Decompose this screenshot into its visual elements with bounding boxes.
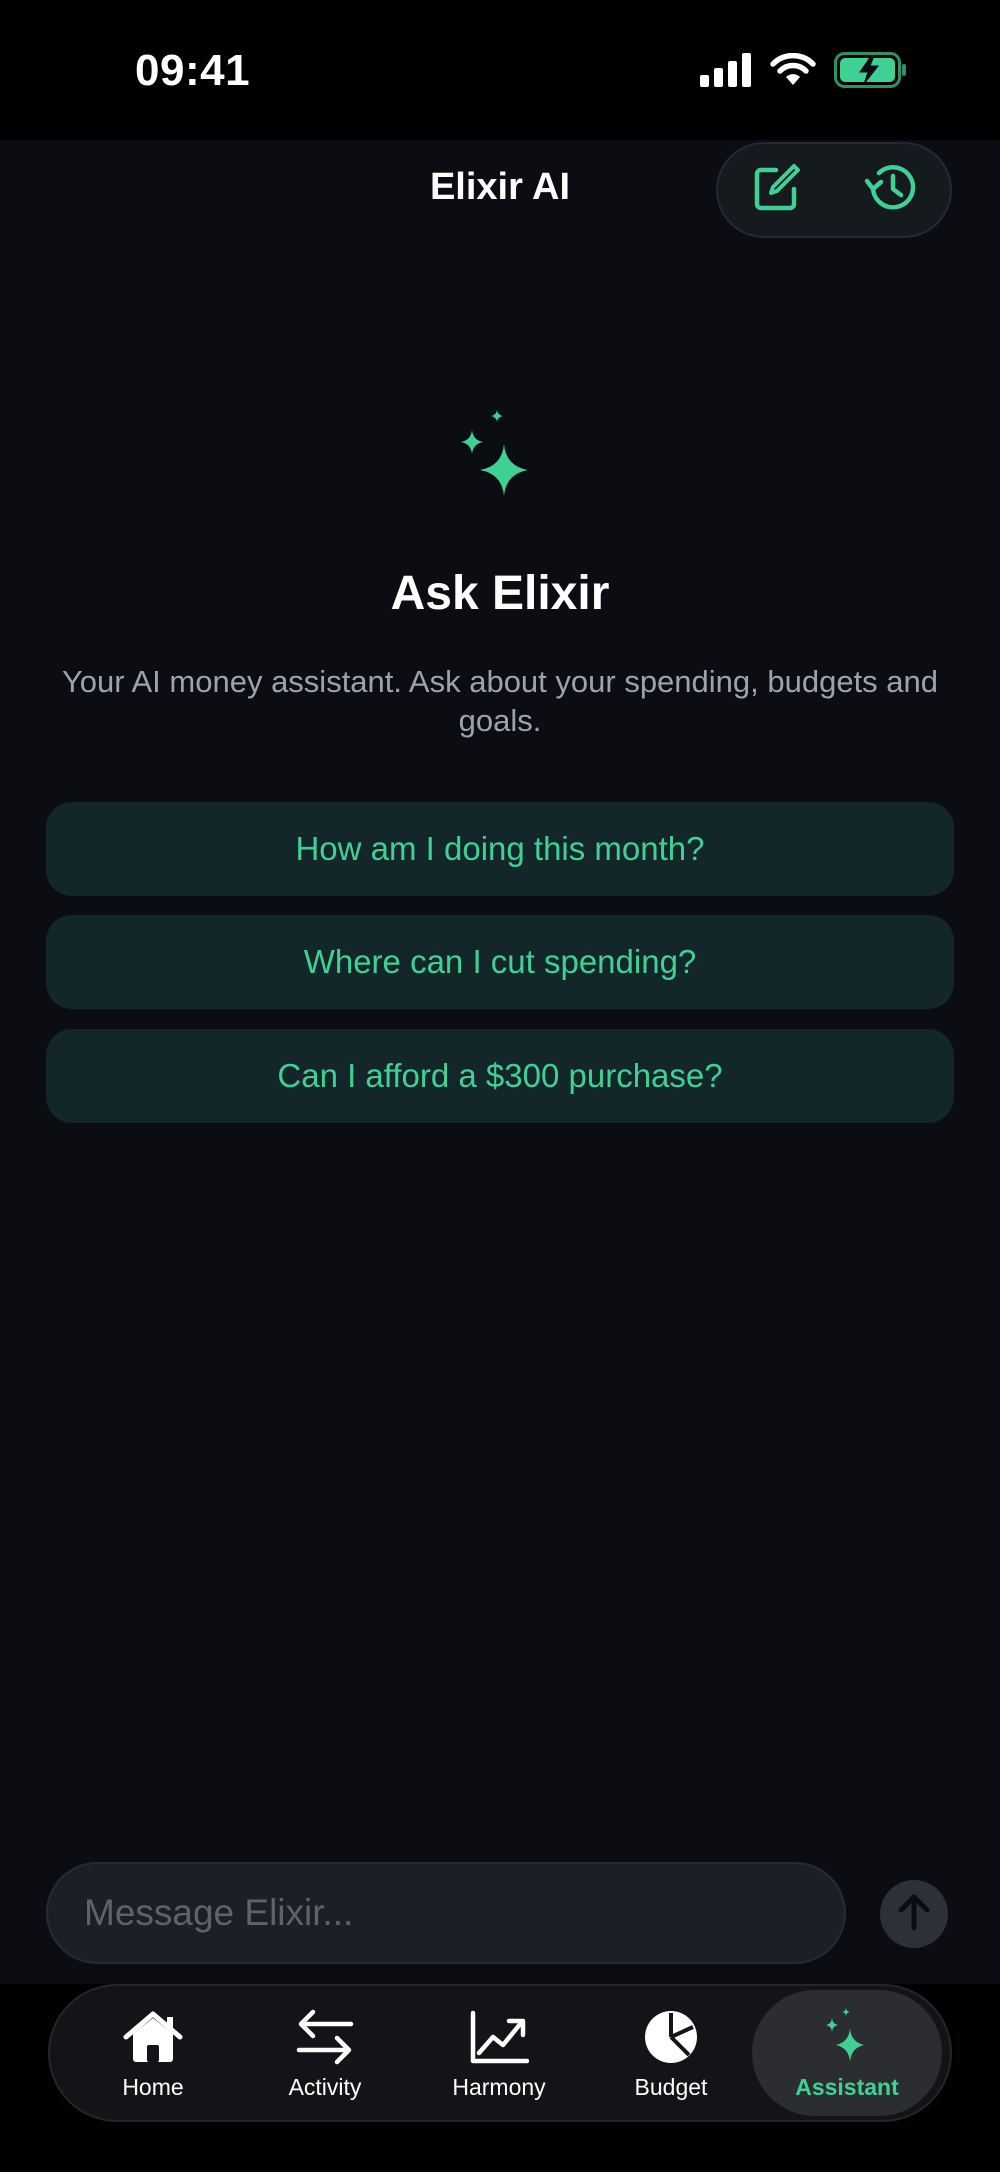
tab-label: Budget [634,2073,708,2100]
message-composer [46,1862,846,1964]
arrow-up-icon [896,1892,932,1937]
header-actions [716,142,952,238]
suggestion-chip[interactable]: Where can I cut spending? [46,915,954,1009]
signal-icon [700,53,752,92]
status-bar: 09:41 [0,0,1000,140]
history-button[interactable] [857,155,927,225]
send-button[interactable] [880,1880,948,1948]
new-chat-button[interactable] [741,155,811,225]
arrows-left-right-icon [295,2006,355,2068]
tab-label: Activity [288,2073,362,2100]
suggestion-chip[interactable]: How am I doing this month? [46,802,954,896]
suggestion-chip[interactable]: Can I afford a $300 purchase? [46,1029,954,1123]
tab-activity[interactable]: Activity [240,1990,410,2116]
history-icon [863,161,921,220]
tab-home[interactable]: Home [68,1990,238,2116]
sparkles-icon [820,2006,874,2068]
tab-label: Assistant [795,2073,899,2100]
status-time: 09:41 [135,46,251,95]
battery-charging-icon [834,52,908,93]
message-input[interactable] [48,1864,844,1962]
tab-harmony[interactable]: Harmony [414,1990,584,2116]
house-icon [122,2006,184,2068]
chart-line-icon [469,2006,529,2068]
compose-icon [750,162,802,219]
pie-chart-icon [643,2006,699,2068]
tab-assistant[interactable]: Assistant [752,1990,942,2116]
sparkles-icon [450,404,550,524]
tab-label: Harmony [452,2073,546,2100]
hero-subtitle: Your AI money assistant. Ask about your … [61,664,939,738]
status-icons [700,52,908,93]
tab-label: Home [122,2073,184,2100]
wifi-icon [770,52,816,92]
tab-budget[interactable]: Budget [586,1990,756,2116]
hero-title: Ask Elixir [390,567,610,620]
